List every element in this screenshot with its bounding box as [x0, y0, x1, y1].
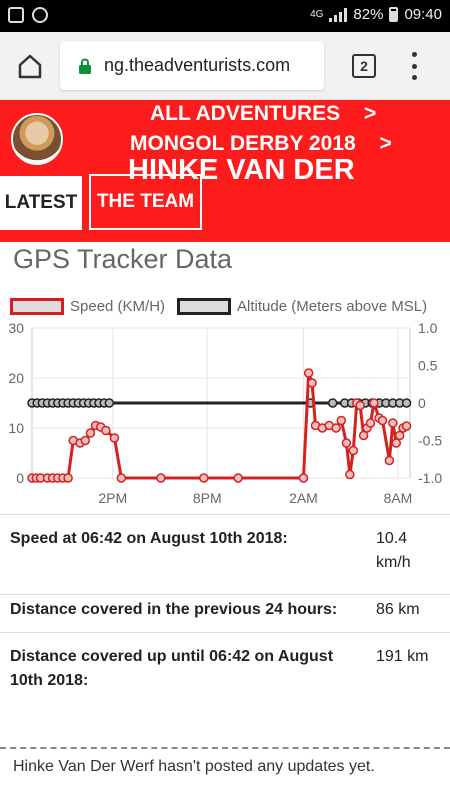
site-header: ALL ADVENTURES > MONGOL DERBY 2018 > HIN…	[0, 100, 450, 242]
y-left-tick-label: 0	[16, 470, 24, 486]
x-tick-label: 2AM	[289, 490, 318, 506]
breadcrumb-separator: >	[379, 132, 392, 155]
stat-label: Speed at 06:42 on August 10th 2018:	[10, 530, 288, 547]
clock: 09:40	[404, 6, 442, 23]
breadcrumb-label: MONGOL DERBY 2018	[130, 132, 356, 155]
stat-label: Distance covered up until 06:42 on Augus…	[10, 648, 334, 689]
breadcrumb-separator: >	[364, 102, 377, 125]
speed-point	[199, 473, 209, 483]
menu-icon[interactable]	[410, 52, 418, 80]
legend-swatch-altitude[interactable]	[177, 298, 232, 315]
speed-point	[401, 421, 412, 431]
no-updates-message: Hinke Van Der Werf hasn't posted any upd…	[13, 758, 375, 775]
speed-point	[233, 473, 243, 483]
legend-swatch-speed[interactable]	[10, 298, 64, 315]
speed-point	[345, 469, 355, 480]
speed-point	[341, 438, 352, 448]
avatar[interactable]	[11, 113, 63, 165]
speed-point	[384, 455, 395, 466]
stat-value: 191 km	[376, 648, 429, 665]
altitude-point	[104, 398, 115, 408]
speed-point	[369, 398, 379, 408]
stat-value: 10.4 km/h	[376, 530, 411, 571]
y-right-tick-label: 0	[418, 395, 426, 411]
gps-section-title: GPS Tracker Data	[13, 244, 233, 274]
speed-point	[156, 473, 166, 483]
signal-icon	[329, 7, 348, 22]
speed-point	[63, 473, 73, 483]
stat-row-distance-24h: Distance covered in the previous 24 hour…	[0, 594, 450, 632]
account-notification-icon	[32, 7, 48, 23]
speed-point	[331, 423, 341, 433]
x-tick-label: 8AM	[384, 490, 413, 506]
lock-icon	[79, 58, 91, 74]
speed-point	[298, 473, 309, 483]
speed-point	[101, 425, 111, 436]
y-right-tick-label: 1.0	[418, 320, 438, 336]
image-notification-icon	[8, 7, 24, 23]
status-bar: 4G 82% 09:40	[0, 0, 450, 32]
stat-value: 86 km	[376, 601, 420, 618]
y-left-tick-label: 20	[8, 370, 24, 386]
speed-point	[303, 368, 314, 378]
speed-point	[85, 428, 96, 438]
x-tick-label: 8PM	[193, 490, 222, 506]
home-icon	[18, 54, 42, 79]
speed-point	[355, 400, 365, 411]
x-tick-label: 2PM	[98, 490, 127, 506]
y-left-tick-label: 30	[8, 320, 24, 336]
stat-label: Distance covered in the previous 24 hour…	[10, 601, 338, 618]
stats-panel: Speed at 06:42 on August 10th 2018: 10.4…	[0, 514, 450, 742]
speed-point	[307, 378, 317, 388]
battery-icon	[389, 7, 399, 22]
y-right-tick-label: -0.5	[418, 433, 442, 449]
home-button[interactable]	[16, 52, 44, 80]
speed-point	[336, 415, 347, 426]
breadcrumb-event[interactable]: MONGOL DERBY 2018 >	[130, 132, 392, 156]
chart-legend: Speed (KM/H) Altitude (Meters above MSL)	[10, 298, 427, 315]
altitude-point	[401, 398, 412, 408]
speed-point	[80, 435, 91, 446]
legend-label-altitude: Altitude (Meters above MSL)	[237, 298, 428, 315]
url-text: ng.theadventurists.com	[104, 55, 291, 75]
network-type: 4G	[310, 9, 324, 20]
speed-point	[388, 418, 398, 428]
altitude-point	[327, 398, 338, 408]
speed-point	[365, 418, 376, 428]
tab-latest[interactable]: LATEST	[0, 176, 82, 230]
divider	[0, 747, 450, 749]
y-right-tick-label: -1.0	[418, 470, 442, 486]
gps-chart: 0 10 20 30 1.0 0.5 0 -0.5 -1.0 2PM 8PM 2AM 8AM	[8, 320, 442, 506]
stat-row-speed: Speed at 06:42 on August 10th 2018: 10.4…	[0, 514, 450, 594]
tabs-button[interactable]: 2	[352, 54, 376, 78]
legend-label-speed: Speed (KM/H)	[70, 298, 166, 315]
speed-point	[377, 415, 388, 426]
speed-series-line	[32, 371, 408, 480]
breadcrumb-label: ALL ADVENTURES	[150, 102, 341, 125]
y-left-tick-label: 10	[8, 420, 24, 436]
speed-point	[348, 445, 359, 456]
speed-point	[116, 473, 127, 483]
battery-percent: 82%	[353, 6, 384, 23]
breadcrumb-all-adventures[interactable]: ALL ADVENTURES >	[150, 102, 376, 126]
speed-point	[109, 433, 120, 443]
browser-toolbar: ng.theadventurists.com 2	[0, 32, 450, 100]
y-right-tick-label: 0.5	[418, 358, 438, 374]
stat-row-distance-total: Distance covered up until 06:42 on Augus…	[0, 632, 450, 742]
tab-the-team[interactable]: THE TEAM	[89, 174, 202, 230]
address-bar[interactable]: ng.theadventurists.com	[60, 42, 324, 90]
